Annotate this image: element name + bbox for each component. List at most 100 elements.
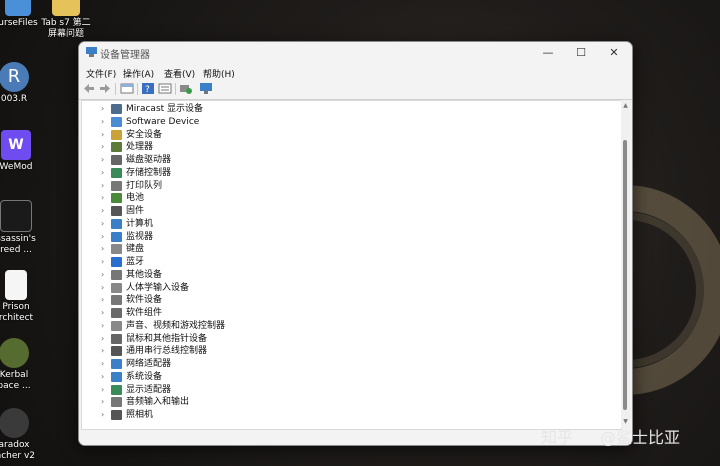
expand-chevron-icon[interactable]: › [101, 397, 104, 406]
toolbar-separator [115, 83, 116, 95]
expand-chevron-icon[interactable]: › [101, 104, 104, 113]
tree-item-label: 软件组件 [126, 308, 163, 318]
tree-item[interactable]: › 固件 [82, 205, 602, 218]
properties-panel-icon[interactable] [120, 82, 134, 95]
desktop-icon-prison-architect[interactable]: Prison rchitect [0, 270, 46, 324]
expand-chevron-icon[interactable]: › [101, 142, 104, 151]
tree-item[interactable]: › 处理器 [82, 141, 602, 154]
expand-chevron-icon[interactable]: › [101, 168, 104, 177]
minimize-button[interactable]: — [531, 42, 565, 64]
tree-item[interactable]: › 其他设备 [82, 269, 602, 282]
toolbar-separator [137, 83, 138, 95]
tree-item-label: 计算机 [126, 218, 154, 229]
desktop-icon-kerbal-space[interactable]: Kerbal pace ... [0, 338, 44, 392]
scroll-up-arrow-icon[interactable]: ▲ [622, 102, 629, 109]
forward-arrow-icon[interactable] [98, 82, 112, 95]
close-button[interactable]: ✕ [597, 42, 631, 64]
tree-item[interactable]: › 人体学输入设备 [82, 282, 602, 295]
expand-chevron-icon[interactable]: › [101, 346, 104, 355]
assassins-creed-icon [0, 200, 32, 232]
monitor-icon[interactable] [199, 82, 213, 95]
expand-chevron-icon[interactable]: › [101, 321, 104, 330]
expand-chevron-icon[interactable]: › [101, 385, 104, 394]
tree-item[interactable]: › 鼠标和其他指针设备 [82, 333, 602, 346]
tree-item[interactable]: › 存储控制器 [82, 167, 602, 180]
tree-item-label: 电池 [126, 193, 145, 204]
tree-item[interactable]: › 通用串行总线控制器 [82, 345, 602, 358]
network-icon [111, 359, 122, 369]
toolbar-separator [175, 83, 176, 95]
expand-chevron-icon[interactable]: › [101, 193, 104, 202]
tree-item[interactable]: › 音频输入和输出 [82, 396, 602, 409]
tree-item-label: 蓝牙 [126, 257, 145, 267]
scan-hardware-icon[interactable] [179, 82, 193, 95]
expand-chevron-icon[interactable]: › [101, 257, 104, 266]
expand-chevron-icon[interactable]: › [101, 308, 104, 317]
tree-item-label: 磁盘驱动器 [126, 155, 172, 165]
key-icon [111, 129, 122, 140]
audio-icon [111, 320, 122, 331]
desktop-icon-r-file[interactable]: R 003.R [0, 62, 44, 105]
firmware-icon [111, 206, 122, 216]
tree-item-label: 存储控制器 [126, 167, 172, 178]
expand-chevron-icon[interactable]: › [101, 410, 104, 419]
expand-chevron-icon[interactable]: › [101, 270, 104, 279]
expand-chevron-icon[interactable]: › [101, 372, 104, 381]
tree-item-label: 鼠标和其他指针设备 [126, 333, 208, 344]
desktop-icon-paradox-launcher[interactable]: aradox incher v2 [0, 408, 44, 462]
tree-item-label: 安全设备 [126, 129, 163, 140]
tree-item[interactable]: › 监视器 [82, 231, 602, 244]
tree-item[interactable]: › 网络适配器 [82, 358, 602, 371]
tree-item[interactable]: › Miracast 显示设备 [82, 103, 602, 116]
expand-chevron-icon[interactable]: › [101, 155, 104, 164]
desktop-icon-wemod[interactable]: W WeMod [0, 130, 46, 173]
expand-chevron-icon[interactable]: › [101, 295, 104, 304]
expand-chevron-icon[interactable]: › [101, 181, 104, 190]
menu-bar: 文件(F) 操作(A) 查看(V) 帮助(H) [79, 65, 632, 80]
expand-chevron-icon[interactable]: › [101, 334, 104, 343]
tree-item[interactable]: › 键盘 [82, 243, 602, 256]
tree-item[interactable]: › 计算机 [82, 218, 602, 231]
desktop-icon-tab-s7-folder[interactable]: Tab s7 第二 屏幕问题 [36, 0, 96, 40]
tree-item-label: 音频输入和输出 [126, 397, 190, 408]
tree-item-label: 监视器 [126, 231, 154, 242]
tree-item[interactable]: › 磁盘驱动器 [82, 154, 602, 167]
expand-chevron-icon[interactable]: › [101, 232, 104, 241]
coursefiles-icon [5, 0, 31, 16]
tree-item[interactable]: › 声音、视频和游戏控制器 [82, 320, 602, 333]
tree-item[interactable]: › 安全设备 [82, 129, 602, 142]
component-icon [111, 308, 122, 318]
scroll-thumb[interactable] [623, 140, 627, 410]
other-icon [111, 269, 122, 280]
back-arrow-icon[interactable] [82, 82, 96, 95]
tree-item[interactable]: › 电池 [82, 192, 602, 205]
expand-chevron-icon[interactable]: › [101, 219, 104, 228]
expand-chevron-icon[interactable]: › [101, 130, 104, 139]
expand-chevron-icon[interactable]: › [101, 283, 104, 292]
tree-item[interactable]: › 软件设备 [82, 294, 602, 307]
title-bar[interactable]: 设备管理器 — ☐ ✕ [79, 42, 632, 64]
expand-chevron-icon[interactable]: › [101, 359, 104, 368]
tree-item[interactable]: › 显示适配器 [82, 384, 602, 397]
maximize-button[interactable]: ☐ [564, 42, 598, 64]
display-icon [111, 384, 122, 395]
tree-item[interactable]: › 软件组件 [82, 307, 602, 320]
tree-item[interactable]: › 照相机 [82, 409, 602, 422]
monitor-icon [111, 104, 122, 114]
tree-item[interactable]: › 蓝牙 [82, 256, 602, 269]
view-list-icon[interactable] [158, 82, 172, 95]
device-tree: › Miracast 显示设备 › Software Device › 安全设备 › 处理器 ›… [81, 100, 622, 430]
hid-icon [111, 282, 122, 293]
tree-item[interactable]: › 打印队列 [82, 180, 602, 193]
tree-item[interactable]: › 系统设备 [82, 371, 602, 384]
expand-chevron-icon[interactable]: › [101, 206, 104, 215]
expand-chevron-icon[interactable]: › [101, 117, 104, 126]
expand-chevron-icon[interactable]: › [101, 244, 104, 253]
computer-icon [111, 218, 122, 229]
help-icon[interactable]: ? [141, 82, 155, 95]
tree-item[interactable]: › Software Device [82, 116, 602, 129]
kerbal-icon [0, 338, 29, 368]
paradox-icon [0, 408, 29, 438]
vertical-scrollbar[interactable]: ▲ ▼ [621, 100, 630, 428]
desktop-icon-assassins-creed[interactable]: ssassin's reed ... [0, 200, 46, 256]
